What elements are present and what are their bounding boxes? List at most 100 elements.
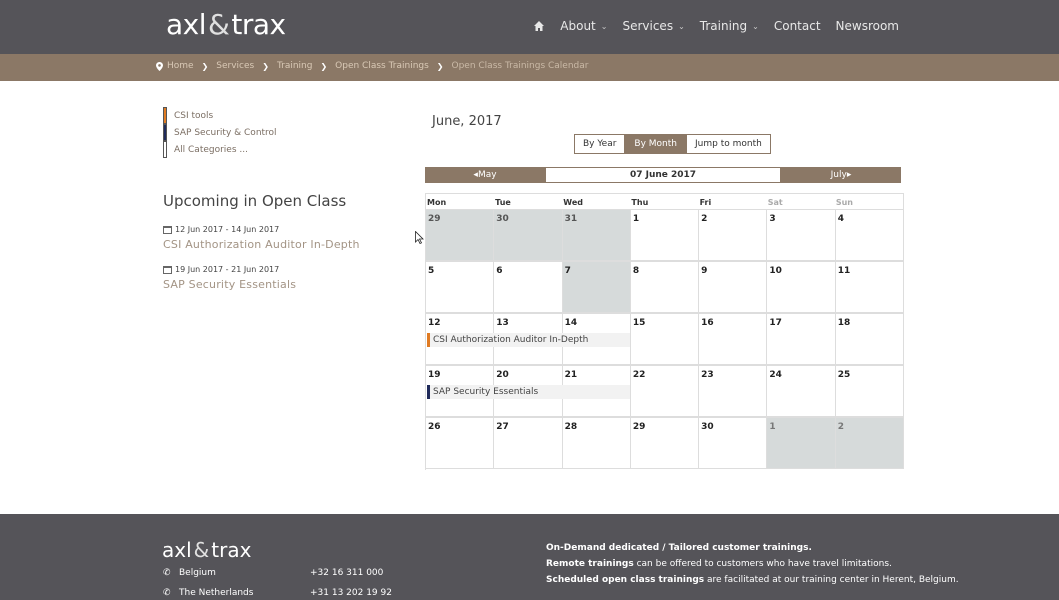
by-month-button[interactable]: By Month [625,134,686,154]
calendar-day-cell[interactable]: 28 [562,417,631,469]
double-chevron-right-icon: ❯ [201,61,209,71]
chevron-down-icon: ⌄ [752,21,759,31]
double-chevron-right-icon: ❯ [320,61,328,71]
weekday-label: Thu [631,198,649,207]
calendar-day-cell[interactable]: 3 [767,209,836,261]
double-chevron-right-icon: ❯ [262,61,269,71]
site-footer: axl & trax ✆ Belgium +32 16 311 000 ✆ The … [0,514,1059,600]
map-pin-icon [156,61,163,71]
calendar-day-cell[interactable]: 5 [426,261,495,313]
weekday-label: Mon [427,198,447,207]
calendar-day-cell[interactable]: 27 [494,417,563,469]
nav-newsroom[interactable]: Newsroom [836,19,899,33]
calendar-day-cell[interactable]: 4 [835,209,904,261]
footer-contact-belgium: ✆ Belgium +32 16 311 000 [163,568,384,578]
current-date-label: 07 June 2017 [545,167,781,183]
category-color-swatch [163,124,167,141]
calendar-day-cell[interactable]: 24 [767,365,836,417]
category-sap-security[interactable]: SAP Security & Control [163,124,277,141]
phone-number[interactable]: +32 16 311 000 [310,568,383,578]
nav-about[interactable]: About ⌄ [560,19,607,33]
upcoming-event-link[interactable]: CSI Authorization Auditor In-Depth [163,238,360,251]
jump-to-month-button[interactable]: Jump to month [686,134,771,154]
calendar-icon [163,265,172,274]
calendar-week-row: 26 27 28 29 30 1 2 [425,417,904,470]
calendar-day-cell[interactable]: 30 [699,417,768,469]
weekday-label: Sun [835,198,853,207]
footer-contact-netherlands: ✆ The Netherlands +31 13 202 19 92 [163,588,392,598]
phone-number[interactable]: +31 13 202 19 92 [310,588,392,598]
category-color-swatch [163,141,167,158]
triangle-right-icon: ▸ [846,170,852,180]
calendar-day-cell[interactable]: 22 [630,365,700,417]
site-logo[interactable]: axl&trax [166,8,286,42]
breadcrumb: Home ❯ Services ❯ Training ❯ Open Class … [156,61,588,71]
upcoming-heading: Upcoming in Open Class [163,192,347,210]
weekday-label: Wed [563,198,583,207]
breadcrumb-services[interactable]: Services [216,61,254,71]
footer-info-line: Scheduled open class trainings are facil… [546,575,959,585]
category-csi-tools[interactable]: CSI tools [163,107,277,124]
category-filter-list: CSI tools SAP Security & Control All Cat… [163,107,277,158]
calendar-day-cell[interactable]: 8 [630,261,700,313]
calendar-day-cell[interactable]: 16 [699,313,768,365]
footer-info-line: Remote trainings can be offered to custo… [546,559,892,569]
breadcrumb-home[interactable]: Home [167,61,194,71]
calendar-day-cell[interactable]: 1 [767,417,836,469]
calendar-day-cell[interactable]: 11 [835,261,904,313]
upcoming-event-link[interactable]: SAP Security Essentials [163,278,296,291]
calendar-week-row: 12 13 14 15 16 17 18 CSI Authorization A… [425,313,904,366]
weekday-label: Tue [495,198,511,207]
nav-services[interactable]: Services ⌄ [622,19,684,33]
calendar-day-cell[interactable]: 9 [699,261,768,313]
breadcrumb-open-class[interactable]: Open Class Trainings [335,61,429,71]
nav-home[interactable] [533,20,545,32]
calendar-day-cell[interactable]: 31 [562,209,631,261]
calendar-day-cell[interactable]: 10 [767,261,836,313]
nav-training[interactable]: Training ⌄ [700,19,759,33]
calendar-day-cell[interactable]: 18 [835,313,904,365]
nav-contact[interactable]: Contact [774,19,821,33]
calendar-day-cell[interactable]: 1 [630,209,700,261]
chevron-down-icon: ⌄ [600,21,608,31]
calendar-week-row: 29 30 31 1 2 3 4 [425,209,904,262]
main-nav: About ⌄ Services ⌄ Training ⌄ Contact Newsr… [518,19,899,33]
calendar-day-cell[interactable]: 25 [835,365,904,417]
calendar-month-title: June, 2017 [432,114,502,129]
weekday-label: Sat [767,198,783,207]
mouse-cursor-icon [415,231,424,244]
upcoming-event: 19 Jun 2017 - 21 Jun 2017 SAP Security E… [163,265,297,291]
calendar-day-cell[interactable]: 6 [494,261,563,313]
top-header: axl&trax About ⌄ Services ⌄ Training ⌄ Cont… [0,0,1059,54]
calendar-day-cell[interactable]: 29 [426,209,495,261]
calendar-day-cell[interactable]: 17 [767,313,836,365]
chevron-down-icon: ⌄ [678,21,685,31]
weekday-header-row: Mon Tue Wed Thu Fri Sat Sun [425,193,904,210]
weekday-label: Fri [699,198,712,207]
footer-info-line: On-Demand dedicated / Tailored customer … [546,543,812,553]
calendar-day-cell[interactable]: 30 [494,209,563,261]
next-month-button[interactable]: July▸ [781,167,901,183]
calendar-day-cell[interactable]: 2 [699,209,768,261]
calendar-day-cell[interactable]: 23 [699,365,768,417]
calendar-day-cell[interactable]: 26 [426,417,495,469]
calendar-day-cell[interactable]: 29 [630,417,700,469]
calendar-day-cell[interactable]: 15 [630,313,700,365]
calendar-day-cell[interactable]: 2 [835,417,904,469]
footer-logo[interactable]: axl & trax [162,538,251,562]
breadcrumb-training[interactable]: Training [277,61,313,71]
calendar-event-bar[interactable]: CSI Authorization Auditor In-Depth [427,333,630,347]
month-navigation: ◂May 07 June 2017 July▸ [425,167,901,183]
upcoming-event: 12 Jun 2017 - 14 Jun 2017 CSI Authorizat… [163,225,360,251]
double-chevron-right-icon: ❯ [436,61,444,71]
category-all[interactable]: All Categories ... [163,141,277,158]
breadcrumb-current: Open Class Trainings Calendar [451,61,589,71]
breadcrumb-bar: Home ❯ Services ❯ Training ❯ Open Class … [0,54,1059,81]
category-color-swatch [163,107,167,124]
prev-month-button[interactable]: ◂May [425,167,545,183]
calendar-view-switcher: By Year By Month Jump to month [574,134,771,154]
calendar-event-bar[interactable]: SAP Security Essentials [427,385,630,399]
phone-square-icon: ✆ [163,588,171,598]
calendar-day-cell-today[interactable]: 7 [562,261,631,313]
by-year-button[interactable]: By Year [574,134,626,154]
